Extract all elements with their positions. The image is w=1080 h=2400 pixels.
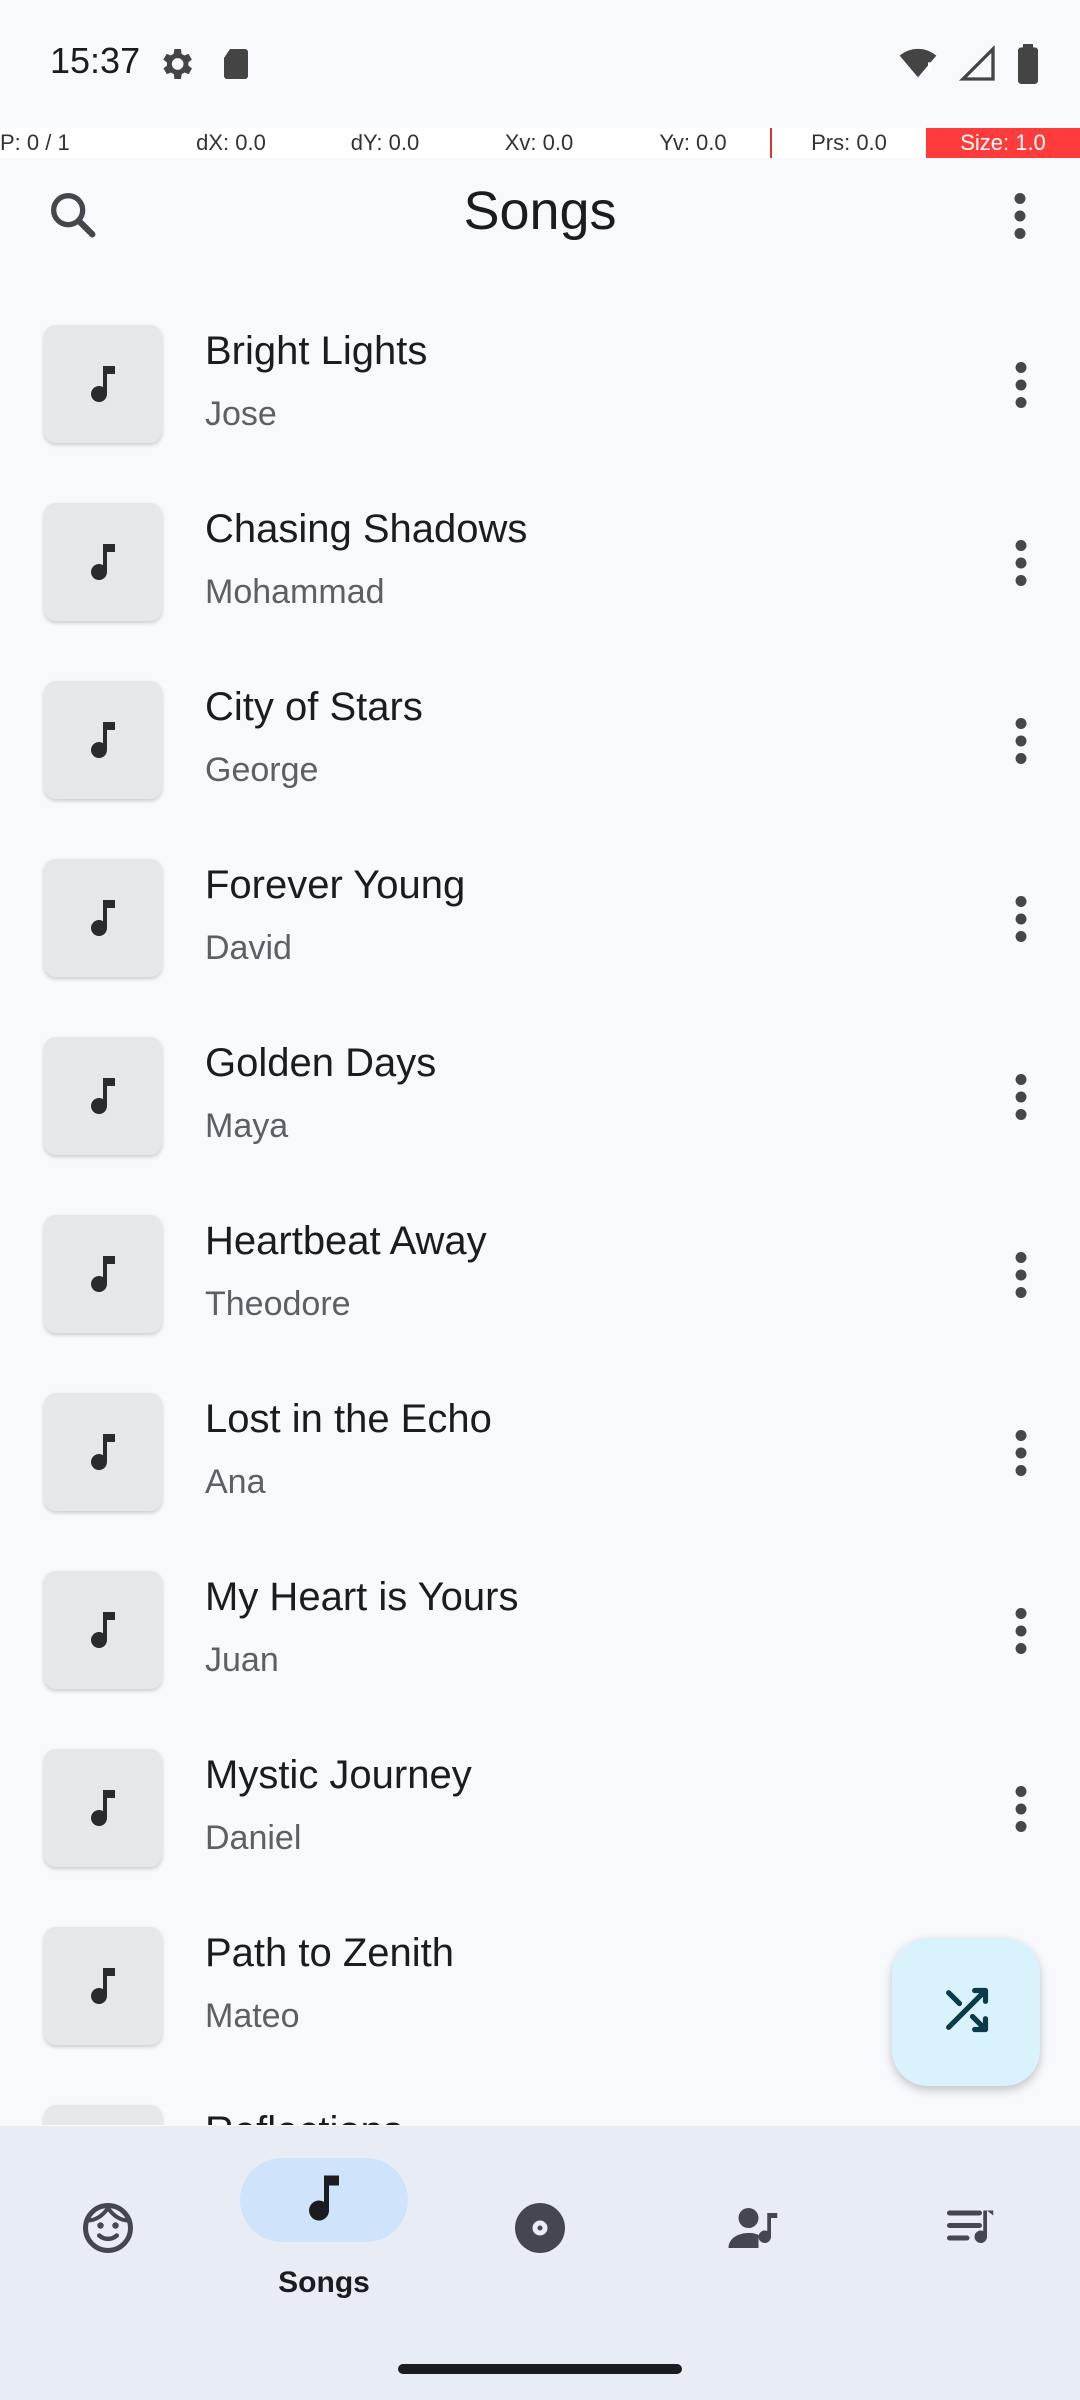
music-note-icon: [44, 503, 162, 621]
debug-xv: Xv: 0.0: [504, 130, 574, 155]
more-vert-icon[interactable]: [1000, 186, 1040, 246]
music-note-icon: [44, 681, 162, 799]
more-vert-icon[interactable]: [1006, 533, 1036, 593]
song-title: Lost in the Echo: [205, 1397, 492, 1441]
nav-item-artists[interactable]: [648, 2126, 864, 2326]
song-title: Path to Zenith: [205, 1931, 455, 1975]
music-note-icon: [44, 1927, 162, 2045]
song-list[interactable]: Bright Lights Jose Chasing Shadows Moham…: [0, 295, 1080, 2125]
song-artist: Daniel: [205, 1819, 302, 1857]
song-title: Heartbeat Away: [205, 1219, 487, 1263]
nav-item-playlists[interactable]: [864, 2126, 1080, 2326]
nav-item-songs[interactable]: Songs: [216, 2126, 432, 2326]
music-note-icon: [294, 2168, 354, 2228]
song-row[interactable]: Mystic Journey Daniel: [0, 1719, 1080, 1897]
more-vert-icon[interactable]: [1006, 711, 1036, 771]
wifi-alert-icon: [896, 44, 940, 89]
face-icon: [78, 2198, 138, 2258]
pointer-debug-overlay: P: 0 / 1 dX: 0.0 dY: 0.0 Xv: 0.0 Yv: 0.0…: [0, 128, 1080, 158]
music-note-icon: [44, 1215, 162, 1333]
sd-card-icon: [218, 44, 254, 89]
music-note-icon: [44, 1393, 162, 1511]
debug-dy: dY: 0.0: [350, 130, 420, 155]
nav-label-songs: Songs: [278, 2266, 370, 2299]
status-time: 15:37: [50, 40, 141, 81]
playlist-icon: [942, 2198, 1002, 2258]
music-note-icon: [44, 2105, 162, 2125]
song-artist: Theodore: [205, 1285, 351, 1323]
page-title: Songs: [463, 181, 617, 241]
song-row[interactable]: Bright Lights Jose: [0, 295, 1080, 473]
status-bar: 15:37: [0, 0, 1080, 130]
song-title: Chasing Shadows: [205, 507, 528, 551]
shuffle-icon: [940, 1984, 992, 2041]
more-vert-icon[interactable]: [1006, 889, 1036, 949]
music-note-icon: [44, 325, 162, 443]
song-artist: David: [205, 929, 292, 967]
song-artist: Ana: [205, 1463, 266, 1501]
song-row[interactable]: Lost in the Echo Ana: [0, 1363, 1080, 1541]
shuffle-button[interactable]: [892, 1938, 1040, 2086]
more-vert-icon[interactable]: [1006, 1779, 1036, 1839]
song-row[interactable]: Forever Young David: [0, 829, 1080, 1007]
album-icon: [510, 2198, 570, 2258]
bottom-navigation: Songs: [0, 2126, 1080, 2400]
song-row[interactable]: Heartbeat Away Theodore: [0, 1185, 1080, 1363]
song-row[interactable]: Chasing Shadows Mohammad: [0, 473, 1080, 651]
music-note-icon: [44, 1749, 162, 1867]
debug-size: Size: 1.0: [926, 128, 1080, 158]
more-vert-icon[interactable]: [1006, 1067, 1036, 1127]
more-vert-icon[interactable]: [1006, 1423, 1036, 1483]
debug-dx: dX: 0.0: [196, 130, 266, 155]
music-note-icon: [44, 1571, 162, 1689]
debug-prs: Prs: 0.0: [770, 128, 926, 158]
song-title: My Heart is Yours: [205, 1575, 519, 1619]
song-title: Mystic Journey: [205, 1753, 472, 1797]
more-vert-icon[interactable]: [1006, 355, 1036, 415]
song-artist: Mohammad: [205, 573, 385, 611]
nav-item-albums[interactable]: [432, 2126, 648, 2326]
music-note-icon: [44, 1037, 162, 1155]
more-vert-icon[interactable]: [1006, 1245, 1036, 1305]
song-row[interactable]: My Heart is Yours Juan: [0, 1541, 1080, 1719]
debug-pointer: P: 0 / 1: [0, 130, 70, 155]
music-note-icon: [44, 859, 162, 977]
song-title: Reflections: [205, 2109, 403, 2125]
song-artist: Mateo: [205, 1997, 300, 2035]
song-title: Forever Young: [205, 863, 466, 907]
nav-item-face[interactable]: [0, 2126, 216, 2326]
battery-icon: [1016, 44, 1040, 89]
song-artist: Maya: [205, 1107, 289, 1145]
song-artist: George: [205, 751, 319, 789]
artist-icon: [726, 2198, 786, 2258]
settings-gear-icon: [156, 44, 196, 89]
song-row[interactable]: City of Stars George: [0, 651, 1080, 829]
home-indicator[interactable]: [398, 2364, 682, 2374]
more-vert-icon[interactable]: [1006, 1601, 1036, 1661]
song-title: Bright Lights: [205, 329, 428, 373]
song-row[interactable]: Golden Days Maya: [0, 1007, 1080, 1185]
song-title: Golden Days: [205, 1041, 437, 1085]
song-artist: Jose: [205, 395, 277, 433]
song-title: City of Stars: [205, 685, 423, 729]
signal-icon: [958, 44, 998, 89]
song-artist: Juan: [205, 1641, 279, 1679]
top-app-bar: Songs: [0, 160, 1080, 270]
debug-yv: Yv: 0.0: [659, 130, 727, 155]
